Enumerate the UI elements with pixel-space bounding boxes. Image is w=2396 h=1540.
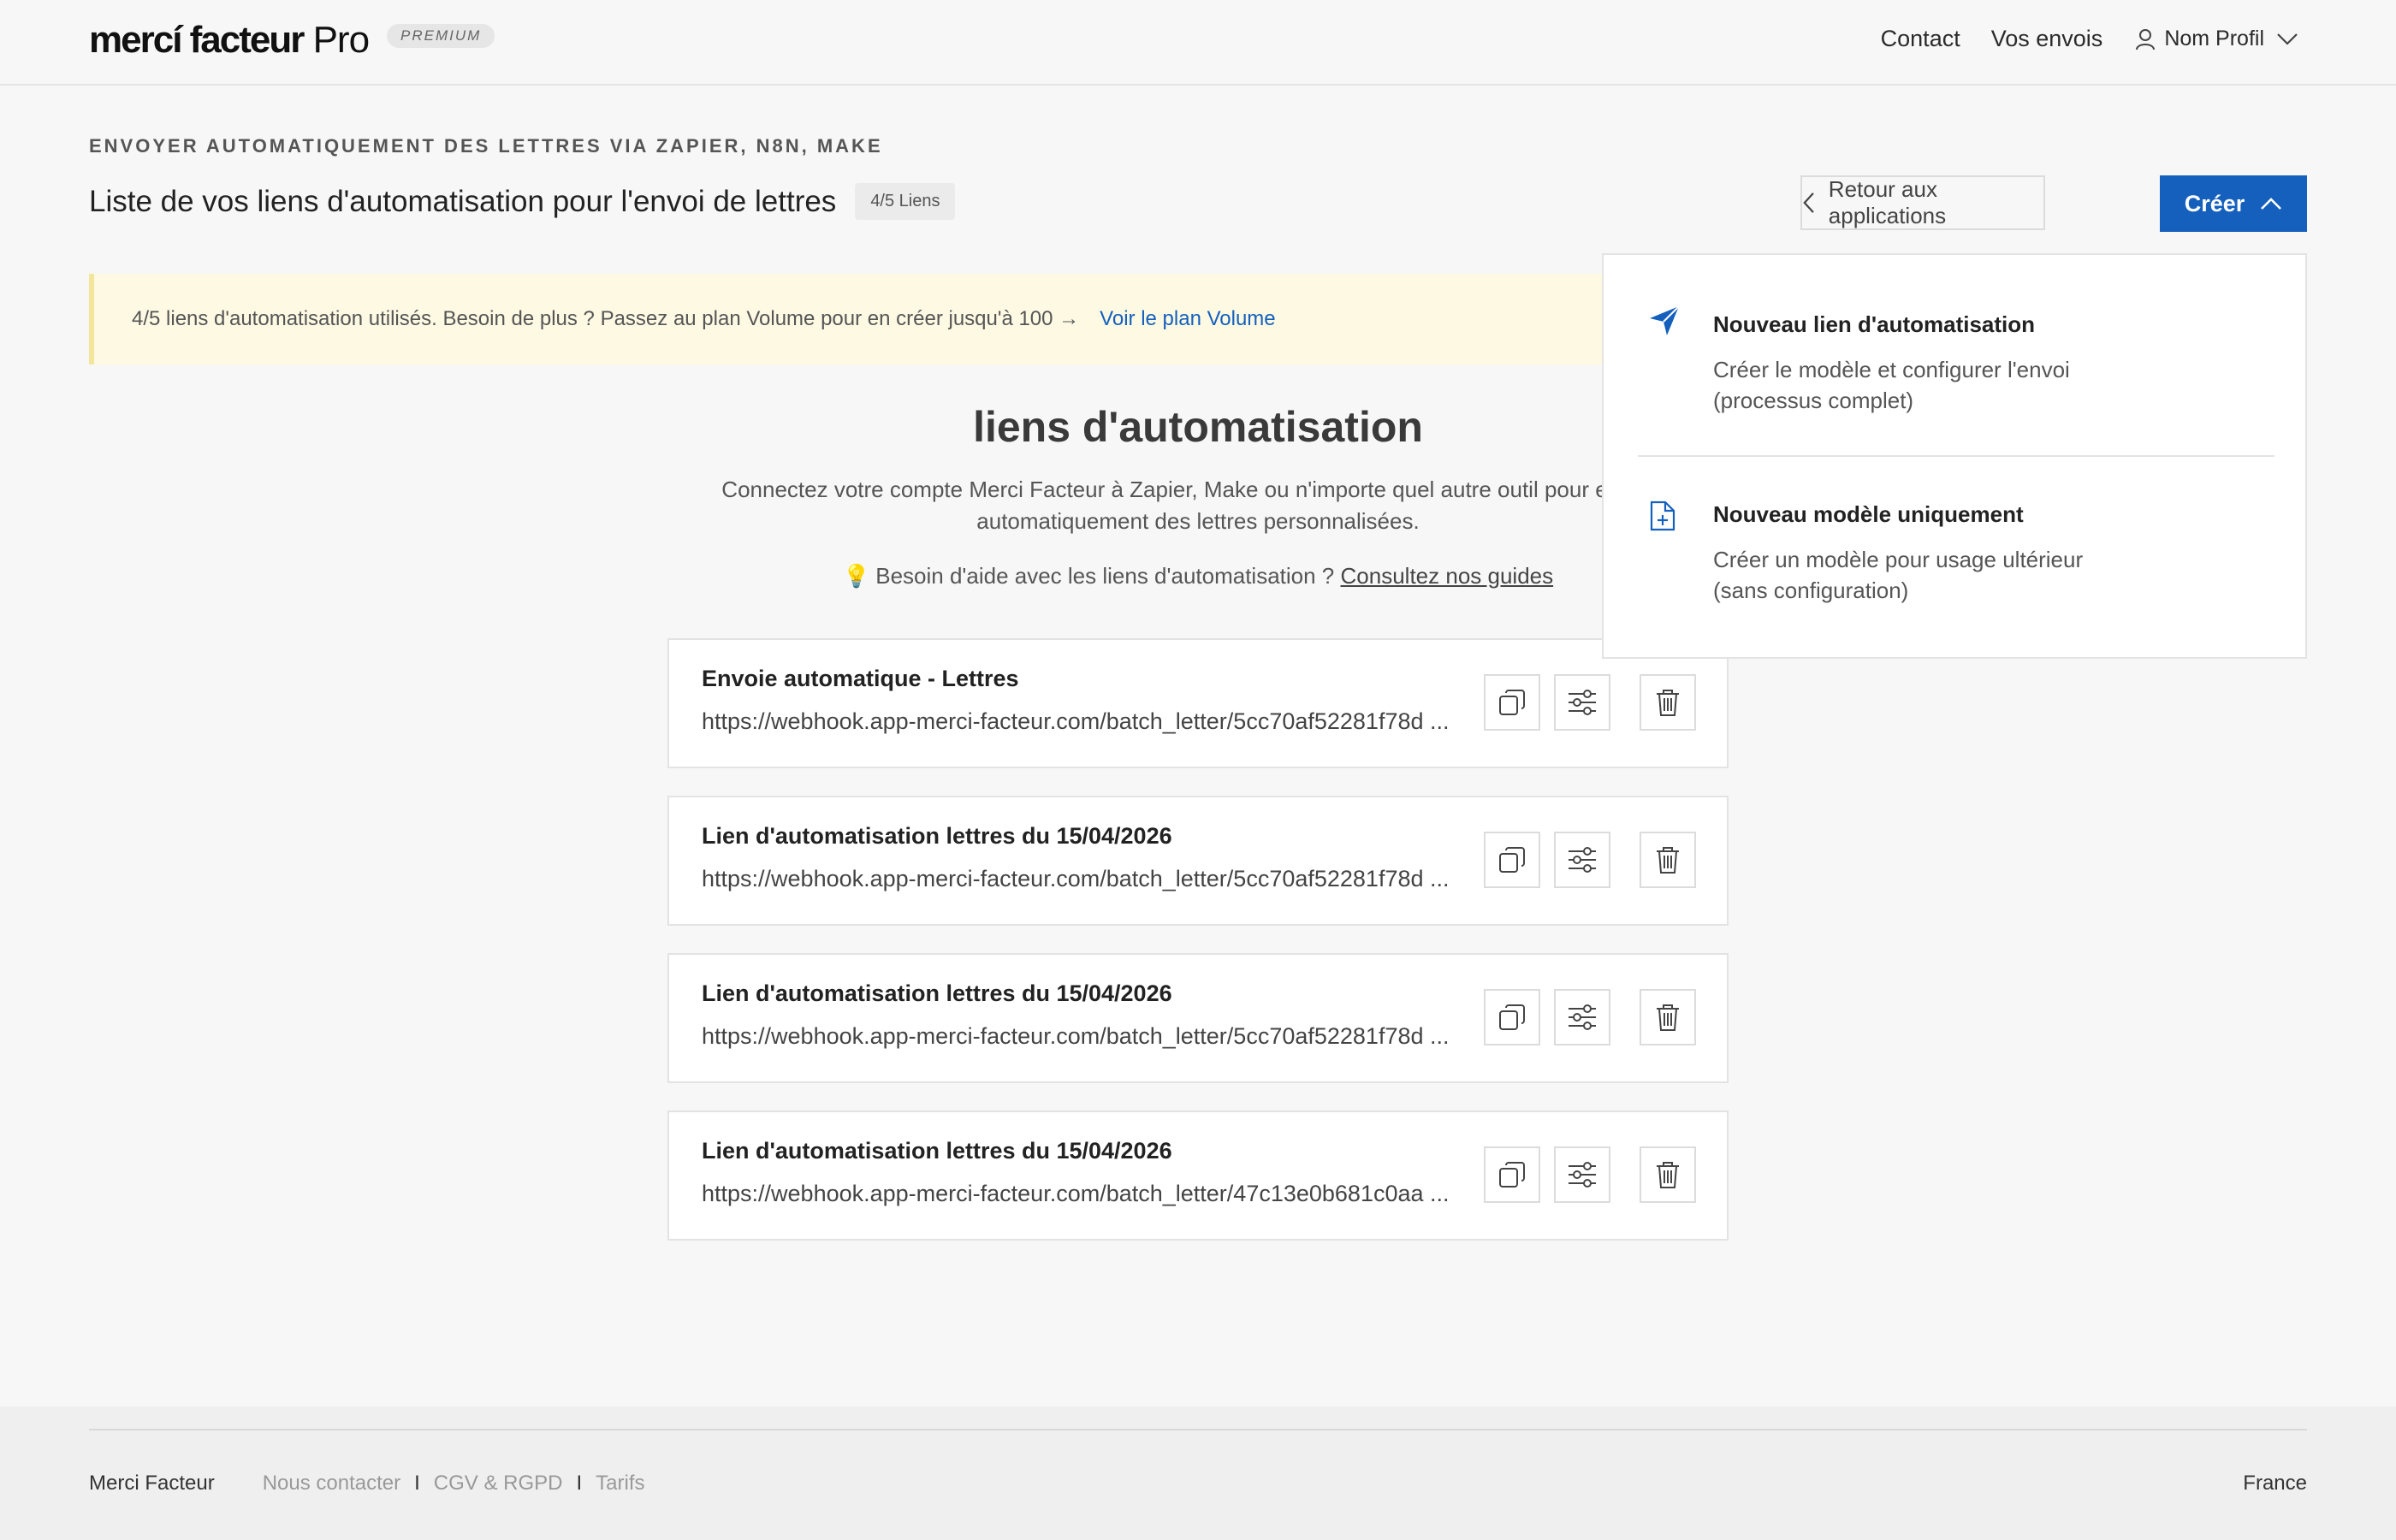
automation-link-card: Lien d'automatisation lettres du 15/04/2… [667,1111,1729,1241]
footer-brand: Merci Facteur [89,1472,215,1495]
footer-separator: I [576,1472,583,1495]
link-name: Lien d'automatisation lettres du 15/04/2… [702,1138,1172,1164]
file-plus-icon [1650,500,1675,531]
sliders-icon [1569,1162,1596,1188]
settings-button[interactable] [1554,674,1610,731]
top-nav: Contact Vos envois Nom Profil [1850,26,2307,52]
profile-menu[interactable]: Nom Profil [2135,27,2307,51]
link-url: https://webhook.app-merci-facteur.com/ba… [702,1181,1450,1206]
footer-links: Merci Facteur Nous contacter I CGV & RGP… [89,1472,645,1496]
link-url: https://webhook.app-merci-facteur.com/ba… [702,1023,1450,1049]
settings-button[interactable] [1554,1146,1610,1203]
trash-icon [1657,1162,1679,1188]
back-to-apps-button[interactable]: Retour aux applications [1800,175,2045,230]
logo[interactable]: mercí facteur Pro [89,19,370,62]
link-url: https://webhook.app-merci-facteur.com/ba… [702,708,1450,734]
help-text: Besoin d'aide avec les liens d'automatis… [875,563,1335,589]
copy-button[interactable] [1484,989,1540,1045]
copy-icon [1499,690,1525,715]
footer-divider [89,1429,2307,1430]
chevron-left-icon [1803,192,1814,213]
user-icon [2136,28,2156,50]
page-title-row: Liste de vos liens d'automatisation pour… [89,183,956,220]
page-title: Liste de vos liens d'automatisation pour… [89,184,837,218]
menu-item-new-automation-link[interactable]: Nouveau lien d'automatisation Créer le m… [1604,255,2305,455]
create-button-label: Créer [2184,190,2245,216]
link-name: Lien d'automatisation lettres du 15/04/2… [702,823,1172,849]
link-name: Envoie automatique - Lettres [702,666,1019,691]
copy-icon [1499,847,1525,873]
link-name: Lien d'automatisation lettres du 15/04/2… [702,980,1172,1006]
logo-main: mercí facteur [89,19,305,61]
back-to-apps-label: Retour aux applications [1828,176,1947,228]
menu-item-title: Nouveau modèle uniquement [1713,501,2024,527]
footer-link-terms[interactable]: CGV & RGPD [434,1472,563,1496]
premium-badge: PREMIUM [387,24,495,48]
settings-button[interactable] [1554,832,1610,888]
delete-button[interactable] [1640,989,1696,1045]
section-subtitle: Connectez votre compte Merci Facteur à Z… [721,477,1675,534]
page-eyebrow: ENVOYER AUTOMATIQUEMENT DES LETTRES VIA … [89,135,883,157]
notice-text: 4/5 liens d'automatisation utilisés. Bes… [132,307,1080,330]
copy-button[interactable] [1484,832,1540,888]
view-volume-plan-link[interactable]: Voir le plan Volume [1100,307,1275,331]
chevron-down-icon [2277,33,2298,45]
send-icon [1650,305,1680,335]
automation-link-card: Envoie automatique - Lettres https://web… [667,638,1729,768]
menu-item-description: Créer le modèle et configurer l'envoi (pr… [1713,357,2070,413]
lightbulb-icon: 💡 [842,563,871,589]
footer-link-pricing[interactable]: Tarifs [596,1472,644,1496]
trash-icon [1657,1004,1679,1031]
nav-contact-link[interactable]: Contact [1881,26,1960,52]
delete-button[interactable] [1640,1146,1696,1203]
top-header: mercí facteur Pro PREMIUM Contact Vos en… [0,0,2396,86]
copy-button[interactable] [1484,1146,1540,1203]
sliders-icon [1569,690,1596,715]
footer-link-contact[interactable]: Nous contacter [263,1472,400,1496]
delete-button[interactable] [1640,674,1696,731]
country-selector[interactable]: France [2243,1472,2307,1496]
logo-pro: Pro [303,19,370,61]
automation-link-card: Lien d'automatisation lettres du 15/04/2… [667,796,1729,926]
guides-link[interactable]: Consultez nos guides [1341,563,1554,589]
trash-icon [1657,690,1679,716]
nav-shipments-link[interactable]: Vos envois [1991,26,2103,52]
settings-button[interactable] [1554,989,1610,1045]
menu-item-new-template-only[interactable]: Nouveau modèle uniquement Créer un modèl… [1604,457,2305,659]
automation-link-card: Lien d'automatisation lettres du 15/04/2… [667,953,1729,1083]
footer: Merci Facteur Nous contacter I CGV & RGP… [0,1407,2396,1540]
plan-limit-notice: 4/5 liens d'automatisation utilisés. Bes… [89,274,1715,364]
chevron-up-icon [2261,198,2282,210]
copy-button[interactable] [1484,674,1540,731]
profile-name: Nom Profil [2164,27,2264,50]
trash-icon [1657,847,1679,874]
create-button[interactable]: Créer [2160,175,2307,232]
sliders-icon [1569,1004,1596,1030]
sliders-icon [1569,847,1596,873]
link-url: https://webhook.app-merci-facteur.com/ba… [702,866,1450,891]
menu-item-description: Créer un modèle pour usage ultérieur (san… [1713,547,2084,603]
create-dropdown-menu: Nouveau lien d'automatisation Créer le m… [1602,253,2307,659]
footer-separator: I [414,1472,420,1495]
menu-item-title: Nouveau lien d'automatisation [1713,311,2036,337]
copy-icon [1499,1004,1525,1030]
delete-button[interactable] [1640,832,1696,888]
copy-icon [1499,1162,1525,1188]
links-count-badge: 4/5 Liens [855,183,956,220]
